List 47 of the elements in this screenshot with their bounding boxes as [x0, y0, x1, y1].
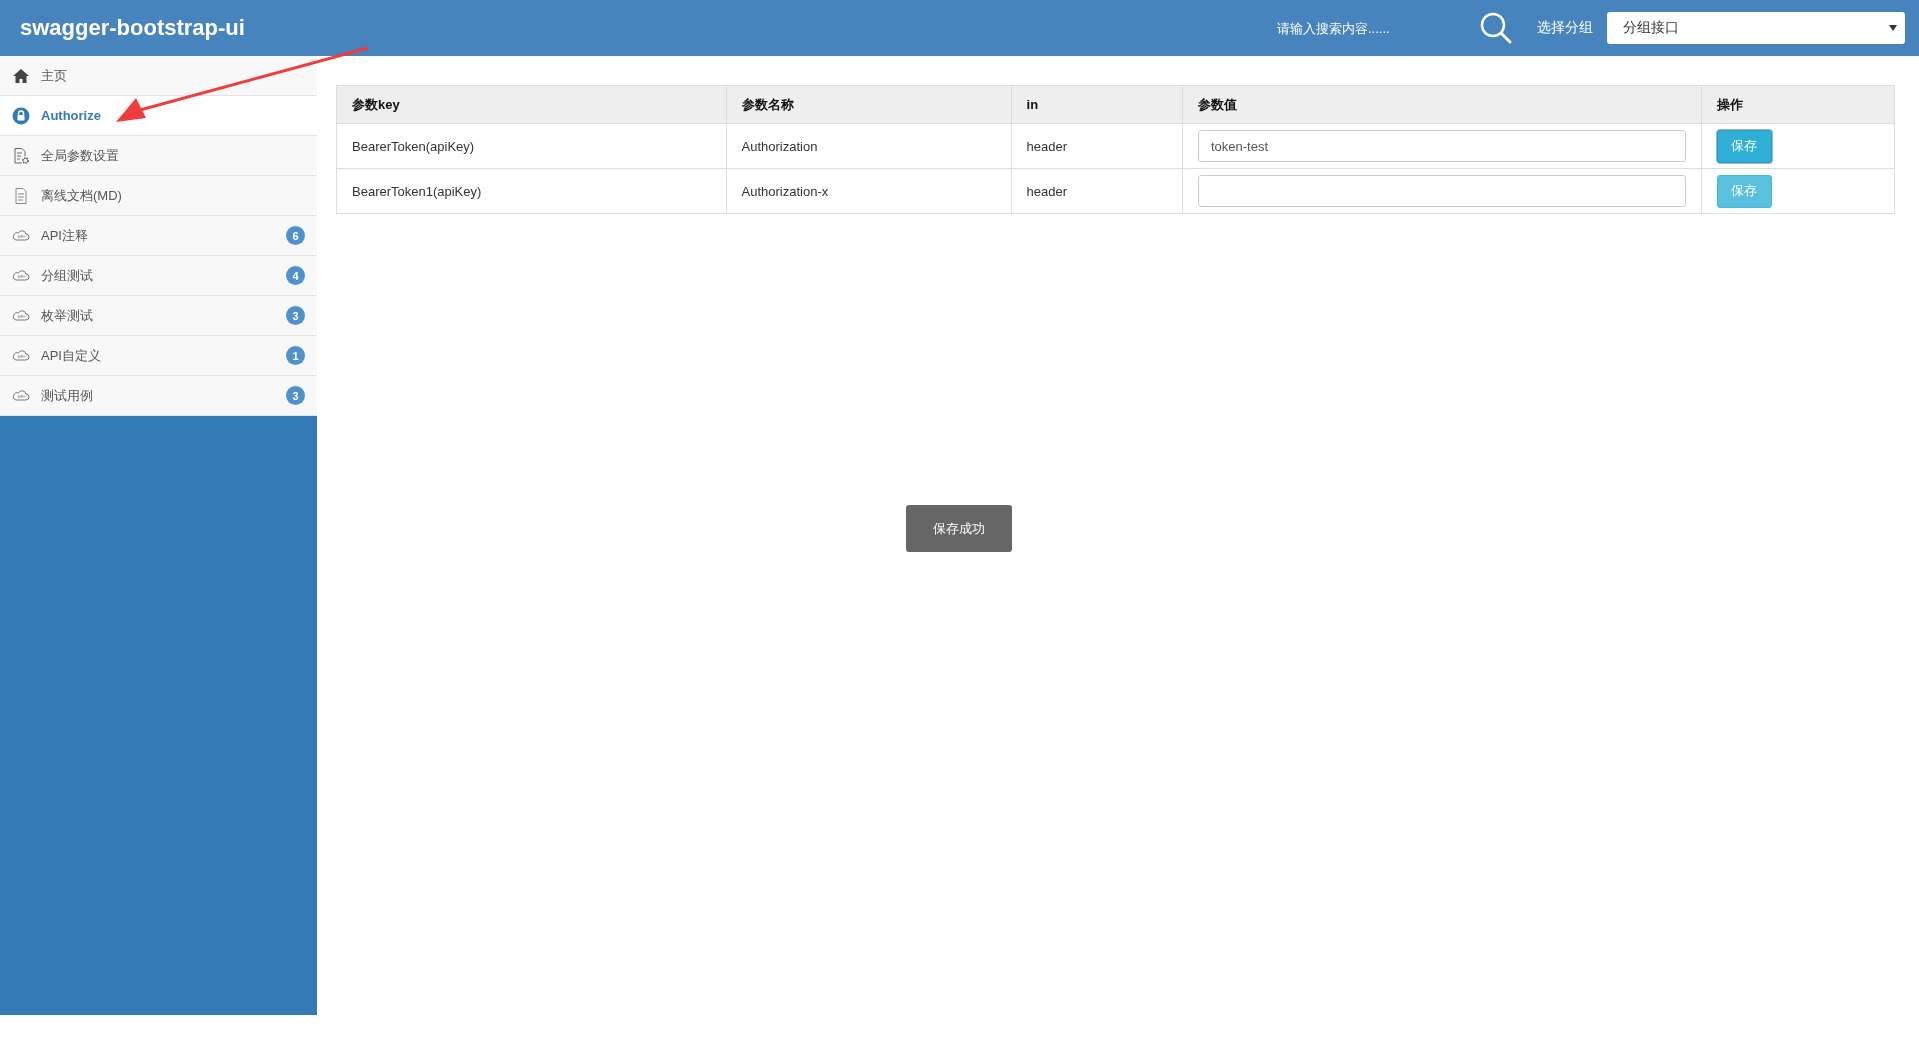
- count-badge: 1: [286, 346, 305, 365]
- table-cell: BearerToken1(apiKey): [336, 168, 726, 214]
- sidebar-item[interactable]: 枚举测试 3: [0, 296, 317, 336]
- count-badge: 6: [286, 226, 305, 245]
- group-select[interactable]: 分组接口: [1607, 12, 1905, 44]
- value-field[interactable]: token-test: [1198, 130, 1686, 162]
- sidebar-item[interactable]: 分组测试 4: [0, 256, 317, 296]
- sidebar-item-label: API自定义: [41, 346, 102, 365]
- sidebar-item[interactable]: 测试用例 3: [0, 376, 317, 416]
- column-header: 操作: [1701, 85, 1895, 124]
- table-cell: BearerToken(apiKey): [336, 123, 726, 169]
- caret-icon: [1889, 25, 1897, 31]
- search-field[interactable]: 请输入搜索内容......: [1275, 19, 1459, 37]
- sidebar-item[interactable]: 主页: [0, 56, 317, 96]
- sidebar-item-label: 分组测试: [41, 266, 94, 285]
- search-icon[interactable]: [1479, 11, 1513, 45]
- sidebar-item[interactable]: API注释 6: [0, 216, 317, 256]
- column-header: in: [1011, 85, 1183, 124]
- count-badge: 4: [286, 266, 305, 285]
- column-header: 参数名称: [726, 85, 1012, 124]
- count-badge: 3: [286, 306, 305, 325]
- sidebar-item-label: 离线文档(MD): [41, 186, 123, 205]
- document-icon: [12, 186, 30, 205]
- sidebar-item-label: 主页: [41, 66, 68, 85]
- table-cell: header: [1011, 168, 1183, 214]
- column-header: 参数key: [336, 85, 726, 124]
- sidebar-item-label: API注释: [41, 226, 89, 245]
- sidebar-item[interactable]: Authorize: [0, 96, 317, 136]
- sidebar-item-label: Authorize: [41, 108, 102, 123]
- sidebar-item[interactable]: API自定义 1: [0, 336, 317, 376]
- column-header: 参数值: [1182, 85, 1702, 124]
- home-icon: [12, 66, 30, 85]
- value-field[interactable]: [1198, 175, 1686, 207]
- sidebar-item-label: 全局参数设置: [41, 146, 120, 165]
- document-gear-icon: [12, 146, 30, 165]
- app-title: swagger-bootstrap-ui: [20, 15, 246, 41]
- sidebar-item-label: 测试用例: [41, 386, 94, 405]
- sidebar-item-label: 枚举测试: [41, 306, 94, 325]
- sidebar-item[interactable]: 离线文档(MD): [0, 176, 317, 216]
- table-cell: header: [1011, 123, 1183, 169]
- count-badge: 3: [286, 386, 305, 405]
- sidebar-item[interactable]: 全局参数设置: [0, 136, 317, 176]
- table-cell: Authorization-x: [726, 168, 1012, 214]
- lock-icon: [12, 106, 30, 125]
- group-label: 选择分组: [1537, 19, 1593, 37]
- toast-message: 保存成功: [906, 505, 1012, 552]
- table-cell: Authorization: [726, 123, 1012, 169]
